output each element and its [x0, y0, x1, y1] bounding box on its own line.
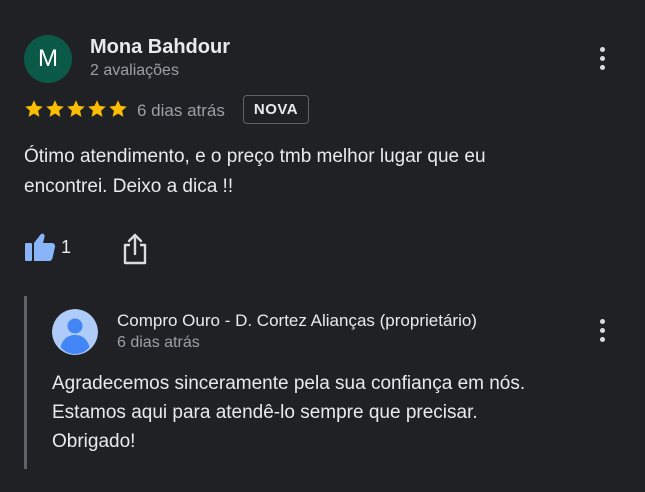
star-icon [25, 100, 43, 117]
like-count: 1 [61, 237, 72, 257]
star-icon [46, 100, 64, 117]
review-text-line: Ótimo atendimento, e o preço tmb melhor … [24, 146, 486, 167]
reply-text-line: Agradecemos sinceramente pela sua confia… [52, 373, 526, 394]
star-icon [88, 100, 106, 117]
reply-text-line: Estamos aqui para atendê-lo sempre que p… [52, 402, 478, 423]
avatar-letter: M [38, 45, 58, 72]
owner-name: Compro Ouro - D. Cortez Alianças (propri… [117, 311, 477, 330]
new-badge: NOVA [243, 95, 309, 124]
star-icon [67, 100, 85, 117]
star-icon [109, 100, 127, 117]
reviewer-review-count: 2 avaliações [90, 62, 179, 79]
owner-reply-date: 6 dias atrás [117, 334, 200, 351]
thumb-up-icon[interactable] [24, 232, 56, 262]
reviewer-avatar[interactable]: M [24, 35, 72, 83]
more-vert-icon[interactable] [592, 316, 612, 346]
review-text: Ótimo atendimento, e o preço tmb melhor … [24, 142, 604, 202]
review-text-line: encontrei. Deixo a dica !! [24, 176, 234, 197]
reply-text-line: Obrigado! [52, 431, 136, 452]
owner-reply-text: Agradecemos sinceramente pela sua confia… [52, 369, 612, 456]
reviewer-name[interactable]: Mona Bahdour [90, 36, 230, 59]
person-avatar-icon [52, 309, 98, 355]
share-icon[interactable] [122, 233, 148, 265]
star-rating [24, 99, 128, 119]
more-vert-icon[interactable] [592, 44, 612, 74]
reply-divider [24, 296, 27, 469]
review-date: 6 dias atrás [137, 101, 225, 120]
